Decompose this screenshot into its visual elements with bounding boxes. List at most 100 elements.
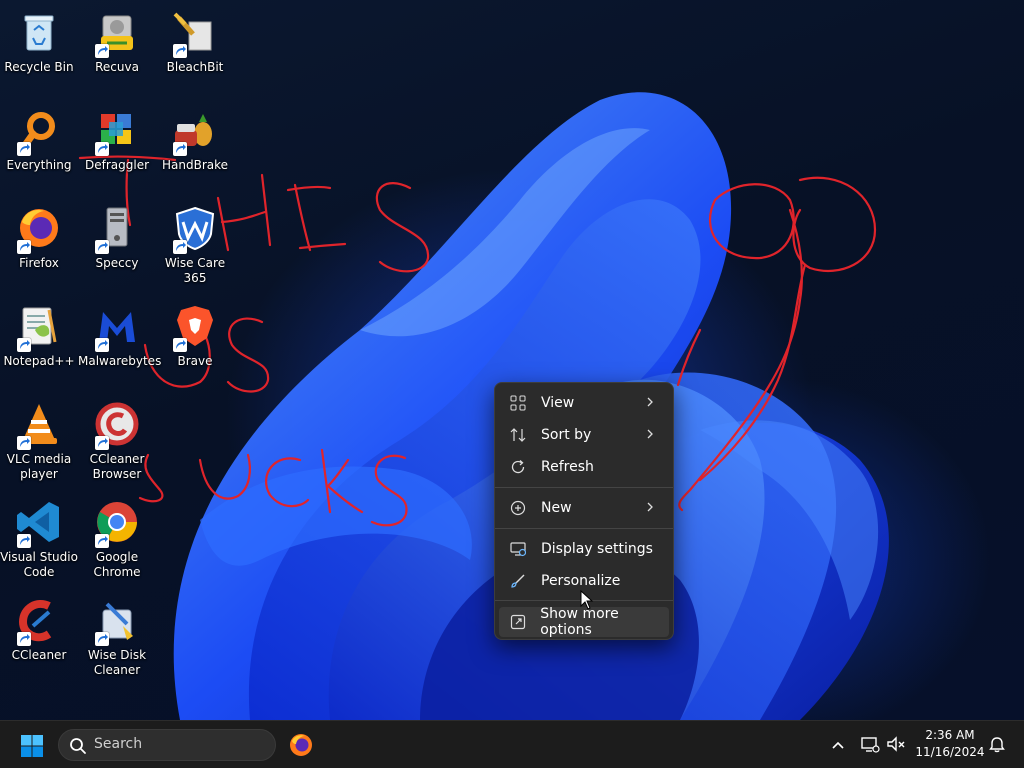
shortcut-arrow-icon [17,632,31,646]
wise-disk-cleaner-icon [93,596,141,646]
desktop-icon-label: Visual Studio Code [0,550,78,579]
menu-item-label: Sort by [541,427,592,443]
shortcut-arrow-icon [17,534,31,548]
ccleaner-browser-icon [93,400,141,450]
shortcut-arrow-icon [173,338,187,352]
ccleaner-icon [15,596,63,646]
notepadpp-icon [15,302,63,352]
vlc-icon [15,400,63,450]
menu-separator [495,528,673,529]
desktop-icon-label: Notepad++ [3,354,75,368]
shortcut-arrow-icon [95,436,109,450]
submenu-chevron-icon [647,397,653,407]
everything-icon [15,106,63,156]
submenu-chevron-icon [647,502,653,512]
desktop-icon-speccy[interactable]: Speccy [78,198,156,288]
mouse-cursor-icon [580,590,594,610]
desktop-icon-ccleaner[interactable]: CCleaner [0,590,78,680]
desktop-icon-bleachbit[interactable]: BleachBit [156,2,234,92]
notification-bell-icon[interactable] [988,735,1006,753]
desktop-icon-label: Recuva [95,60,139,74]
menu-item-label: View [541,395,575,411]
desktop-icon-defraggler[interactable]: Defraggler [78,100,156,190]
menu-item-label: Display settings [541,541,653,557]
shortcut-arrow-icon [95,632,109,646]
desktop-icon-brave[interactable]: Brave [156,296,234,386]
desktop-icon-label: HandBrake [161,158,229,172]
shortcut-arrow-icon [173,240,187,254]
menu-separator [495,487,673,488]
menu-item-label: Refresh [541,459,594,475]
desktop-icon-label: Wise Disk Cleaner [87,648,147,677]
desktop-icon-recuva[interactable]: Recuva [78,2,156,92]
recycle-bin-icon [15,8,63,56]
desktop-icon-notepad[interactable]: Notepad++ [0,296,78,386]
desktop-icon-label: Firefox [19,256,59,270]
shortcut-arrow-icon [17,338,31,352]
clock-date: 11/16/2024 [915,745,985,759]
volume-muted-icon[interactable] [886,734,906,754]
menu-item-display-settings[interactable]: Display settings [499,534,669,564]
desktop-icon-wise-disk-cleaner[interactable]: Wise Disk Cleaner [78,590,156,680]
desktop-icon-label: BleachBit [166,60,224,74]
clock-time: 2:36 AM [925,728,975,742]
shortcut-arrow-icon [95,240,109,254]
desktop-icon-handbrake[interactable]: HandBrake [156,100,234,190]
brush-icon [509,572,527,590]
display-icon [509,540,527,558]
desktop-icon-label: CCleaner Browser [89,452,145,481]
desktop-icon-firefox[interactable]: Firefox [0,198,78,288]
handbrake-icon [171,106,219,156]
windows-start-icon[interactable] [20,734,44,758]
desktop[interactable]: Recycle Bin Recuva BleachBit Everything Defr… [0,0,1024,720]
taskbar-search-box[interactable]: Search [58,729,276,761]
shortcut-arrow-icon [95,44,109,58]
desktop-icon-label: Brave [177,354,213,368]
more-options-icon [509,613,526,631]
desktop-icon-vlc-media-player[interactable]: VLC media player [0,394,78,484]
sort-icon [509,426,527,444]
desktop-icon-label: Defraggler [84,158,150,172]
recuva-icon [93,8,141,58]
desktop-icon-label: Recycle Bin [4,60,74,74]
menu-item-refresh[interactable]: Refresh [499,452,669,482]
desktop-icon-visual-studio-code[interactable]: Visual Studio Code [0,492,78,582]
view-grid-icon [509,394,527,412]
network-icon[interactable] [860,734,880,754]
shortcut-arrow-icon [173,142,187,156]
desktop-icon-label: CCleaner [11,648,67,662]
desktop-icon-everything[interactable]: Everything [0,100,78,190]
menu-item-show-more-options[interactable]: Show more options [499,606,669,638]
shortcut-arrow-icon [95,534,109,548]
search-placeholder: Search [94,736,143,752]
shortcut-arrow-icon [17,240,31,254]
speccy-icon [93,204,141,254]
desktop-icon-malwarebytes[interactable]: Malwarebytes [78,296,162,386]
shortcut-arrow-icon [95,338,109,352]
desktop-icon-label: Malwarebytes [78,354,162,368]
desktop-icon-label: VLC media player [6,452,72,481]
bleachbit-icon [171,8,219,58]
vscode-icon [15,498,63,548]
taskbar-firefox-icon[interactable] [288,732,314,758]
menu-item-new[interactable]: New [499,493,669,523]
shortcut-arrow-icon [95,142,109,156]
desktop-icon-recycle-bin[interactable]: Recycle Bin [0,2,78,92]
refresh-icon [509,458,527,476]
search-icon [70,738,86,754]
submenu-chevron-icon [647,429,653,439]
tray-overflow-chevron-icon[interactable] [830,737,846,753]
desktop-icon-ccleaner-browser[interactable]: CCleaner Browser [78,394,156,484]
chrome-icon [93,498,141,548]
malwarebytes-icon [93,302,141,352]
desktop-icon-wise-care-365[interactable]: Wise Care 365 [156,198,234,288]
defraggler-icon [93,106,141,156]
shortcut-arrow-icon [17,436,31,450]
taskbar-clock[interactable]: 2:36 AM 11/16/2024 [912,727,988,761]
menu-item-view[interactable]: View [499,388,669,418]
new-plus-icon [509,499,527,517]
menu-item-sort-by[interactable]: Sort by [499,420,669,450]
wise-care-icon [171,204,219,254]
desktop-icon-google-chrome[interactable]: Google Chrome [78,492,156,582]
firefox-icon [15,204,63,254]
